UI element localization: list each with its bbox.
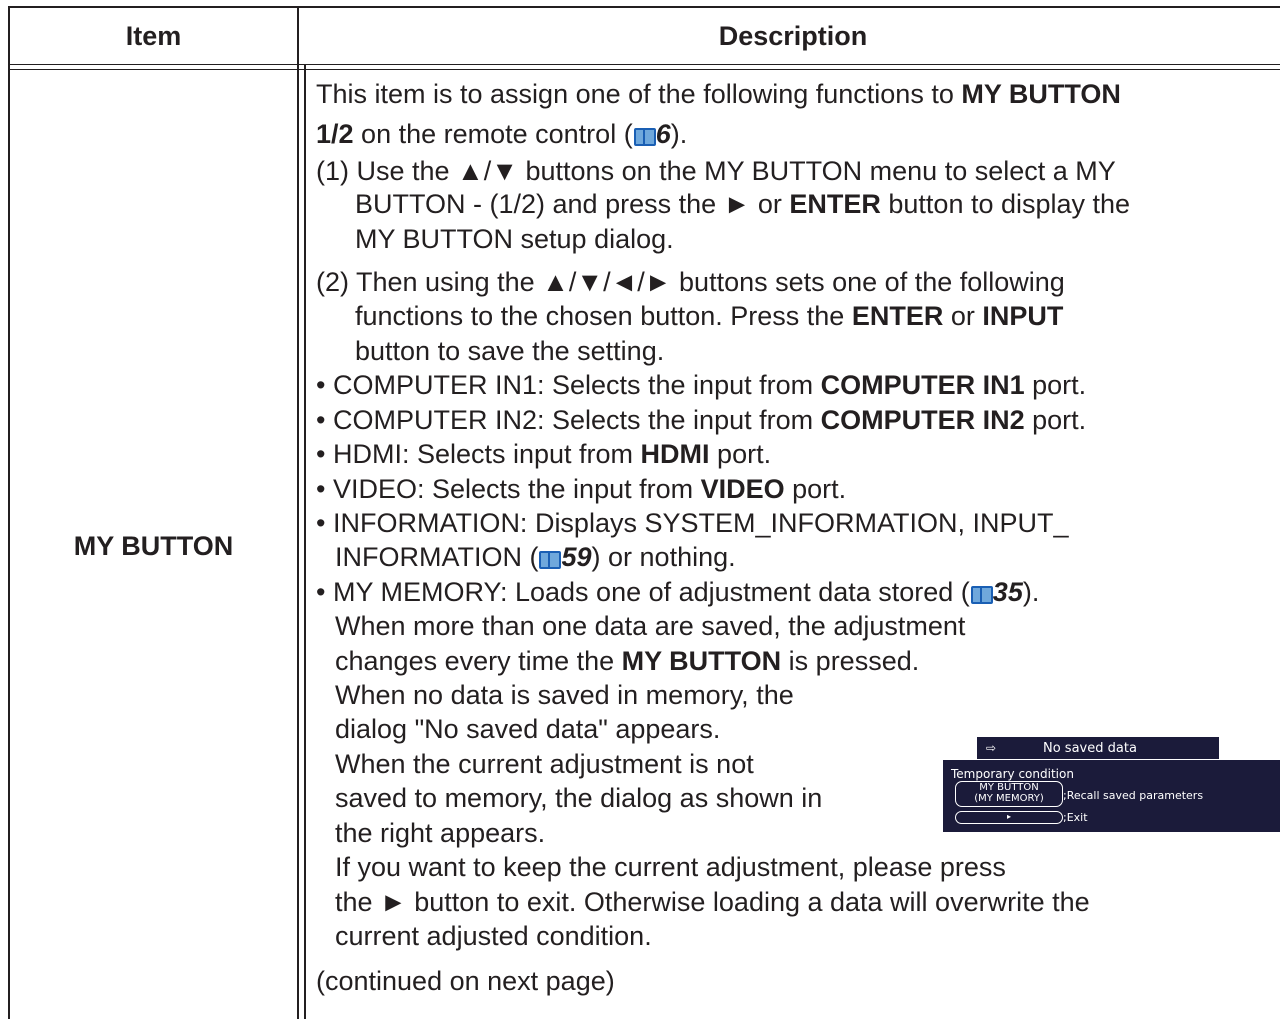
desc-line-19: dialog "No saved data" appears. bbox=[335, 714, 721, 744]
desc-line-6: (2) Then using the ▲/▼/◄/► buttons sets … bbox=[316, 267, 1065, 297]
temporary-condition-dialog: Temporary condition MY BUTTON (MY MEMORY… bbox=[943, 760, 1280, 832]
bullet-video: • VIDEO: Selects the input from VIDEO po… bbox=[316, 474, 847, 504]
my-memory-button[interactable]: MY BUTTON (MY MEMORY) bbox=[955, 781, 1063, 807]
desc-line-23: If you want to keep the current adjustme… bbox=[335, 852, 1006, 882]
arrow-icon: ⇨ bbox=[985, 741, 997, 755]
no-saved-data-text: No saved data bbox=[1043, 740, 1137, 756]
column-divider-2 bbox=[304, 64, 306, 1019]
no-saved-data-dialog: ⇨ No saved data bbox=[977, 737, 1219, 759]
column-header-item: Item bbox=[125, 20, 182, 51]
bullet-hdmi: • HDMI: Selects input from HDMI port. bbox=[316, 439, 772, 469]
bullet-computer-in2: • COMPUTER IN2: Selects the input from C… bbox=[316, 405, 1087, 435]
desc-line-17: changes every time the MY BUTTON is pres… bbox=[335, 646, 920, 676]
bullet-information-cont: INFORMATION (59) or nothing. bbox=[335, 542, 736, 572]
page-ref-35[interactable]: 35 bbox=[993, 577, 1023, 607]
book-icon bbox=[633, 125, 656, 146]
bullet-information: • INFORMATION: Displays SYSTEM_INFORMATI… bbox=[316, 508, 1069, 538]
header-divider-1 bbox=[8, 64, 1280, 65]
table-border-left bbox=[8, 6, 10, 1019]
desc-line-21: saved to memory, the dialog as shown in bbox=[335, 783, 823, 813]
desc-line-8: button to save the setting. bbox=[355, 336, 665, 366]
desc-line-2: 1/2 on the remote control (6). bbox=[316, 119, 688, 149]
column-divider-1 bbox=[297, 6, 299, 1019]
recall-desc: ;Recall saved parameters bbox=[1063, 789, 1204, 802]
desc-line-25: current adjusted condition. bbox=[335, 921, 652, 951]
desc-line-1: This item is to assign one of the follow… bbox=[316, 79, 1121, 109]
continued-note: (continued on next page) bbox=[316, 966, 615, 996]
exit-button[interactable]: ▸ bbox=[955, 811, 1063, 824]
desc-line-20: When the current adjustment is not bbox=[335, 749, 754, 779]
dialog-title: Temporary condition bbox=[951, 767, 1074, 781]
desc-line-3: (1) Use the ▲/▼ buttons on the MY BUTTON… bbox=[316, 156, 1116, 186]
page-ref-59[interactable]: 59 bbox=[561, 542, 591, 572]
desc-line-5: MY BUTTON setup dialog. bbox=[355, 224, 674, 254]
bullet-my-memory: • MY MEMORY: Loads one of adjustment dat… bbox=[316, 577, 1040, 607]
header-divider-2 bbox=[8, 69, 1280, 70]
desc-line-4: BUTTON - (1/2) and press the ► or ENTER … bbox=[355, 189, 1131, 219]
column-header-description: Description bbox=[718, 20, 868, 51]
bullet-computer-in1: • COMPUTER IN1: Selects the input from C… bbox=[316, 370, 1087, 400]
desc-line-24: the ► button to exit. Otherwise loading … bbox=[335, 887, 1090, 917]
book-icon bbox=[538, 548, 562, 569]
row-label: MY BUTTON bbox=[73, 531, 234, 561]
page-ref-6[interactable]: 6 bbox=[656, 119, 671, 149]
desc-line-16: When more than one data are saved, the a… bbox=[335, 611, 966, 641]
exit-desc: ;Exit bbox=[1063, 811, 1088, 824]
desc-line-18: When no data is saved in memory, the bbox=[335, 680, 794, 710]
book-icon bbox=[970, 583, 993, 604]
desc-line-22: the right appears. bbox=[335, 818, 546, 848]
desc-line-7: functions to the chosen button. Press th… bbox=[355, 301, 1064, 331]
